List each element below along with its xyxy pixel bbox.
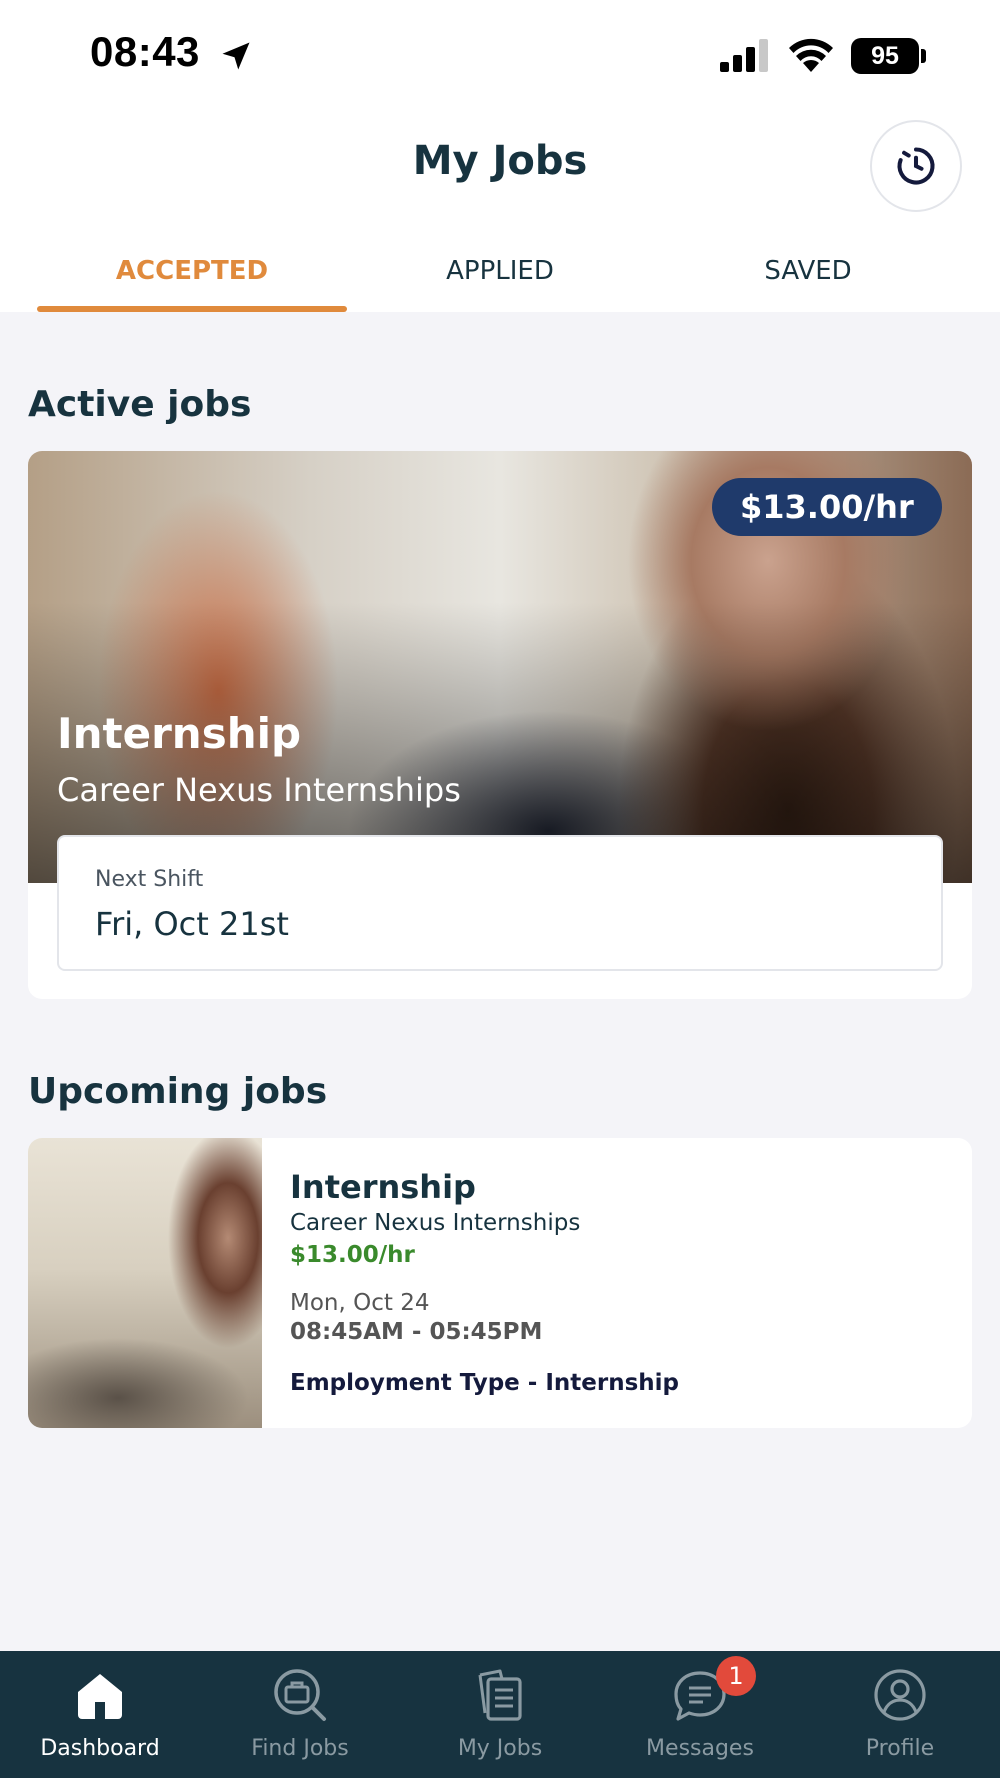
active-job-card[interactable]: $13.00/hr Internship Career Nexus Intern… (28, 451, 972, 999)
active-tab-indicator (37, 306, 347, 312)
upcoming-jobs-heading: Upcoming jobs (28, 1071, 328, 1112)
active-job-title: Internship (57, 709, 302, 758)
job-tabs: ACCEPTED APPLIED SAVED (0, 242, 1000, 312)
tab-applied[interactable]: APPLIED (345, 242, 655, 312)
nav-label-profile: Profile (865, 1736, 935, 1761)
upcoming-job-title: Internship (290, 1168, 476, 1206)
battery-level: 95 (871, 41, 899, 70)
battery-tip (921, 49, 926, 63)
upcoming-job-date: Mon, Oct 24 (290, 1290, 430, 1316)
rate-badge: $13.00/hr (712, 478, 942, 536)
bottom-nav: Dashboard Find Jobs My Jobs Messages Pro… (0, 1651, 1000, 1778)
status-bar: 08:43 95 (0, 0, 1000, 112)
next-shift-label: Next Shift (95, 867, 204, 892)
next-shift-box[interactable]: Next Shift Fri, Oct 21st (57, 835, 943, 971)
nav-label-my-jobs: My Jobs (457, 1736, 543, 1761)
nav-label-find-jobs: Find Jobs (251, 1736, 349, 1761)
nav-label-messages: Messages (646, 1736, 754, 1761)
tab-saved[interactable]: SAVED (653, 242, 963, 312)
next-shift-date: Fri, Oct 21st (95, 905, 289, 943)
briefcase-search-icon (274, 1669, 326, 1721)
messages-notification-badge: 1 (716, 1656, 756, 1696)
status-time: 08:43 (90, 28, 200, 75)
home-icon (78, 1674, 122, 1719)
location-arrow-icon (222, 42, 250, 70)
page-title: My Jobs (412, 138, 588, 184)
wifi-icon (789, 38, 833, 72)
active-jobs-heading: Active jobs (28, 384, 252, 425)
job-thumbnail (28, 1138, 262, 1428)
battery-icon: 95 (851, 38, 919, 74)
nav-messages[interactable]: Messages (600, 1651, 800, 1778)
nav-my-jobs[interactable]: My Jobs (400, 1651, 600, 1778)
upcoming-job-info: Internship Career Nexus Internships $13.… (290, 1138, 950, 1428)
upcoming-job-card[interactable]: Internship Career Nexus Internships $13.… (28, 1138, 972, 1428)
header: My Jobs ACCEPTED APPLIED SAVED (0, 112, 1000, 312)
user-icon (874, 1669, 926, 1721)
upcoming-job-employment-type: Employment Type - Internship (290, 1370, 679, 1396)
history-button[interactable] (870, 120, 962, 212)
nav-dashboard[interactable]: Dashboard (0, 1651, 200, 1778)
tab-accepted[interactable]: ACCEPTED (37, 242, 347, 312)
nav-label-dashboard: Dashboard (40, 1736, 160, 1761)
active-job-company: Career Nexus Internships (57, 771, 461, 809)
documents-icon (478, 1669, 522, 1721)
clock-history-icon (897, 147, 935, 185)
nav-profile[interactable]: Profile (800, 1651, 1000, 1778)
upcoming-job-rate: $13.00/hr (290, 1242, 415, 1268)
cellular-signal-icon (720, 39, 768, 72)
upcoming-job-company: Career Nexus Internships (290, 1210, 581, 1236)
nav-find-jobs[interactable]: Find Jobs (200, 1651, 400, 1778)
upcoming-job-time: 08:45AM - 05:45PM (290, 1319, 543, 1345)
